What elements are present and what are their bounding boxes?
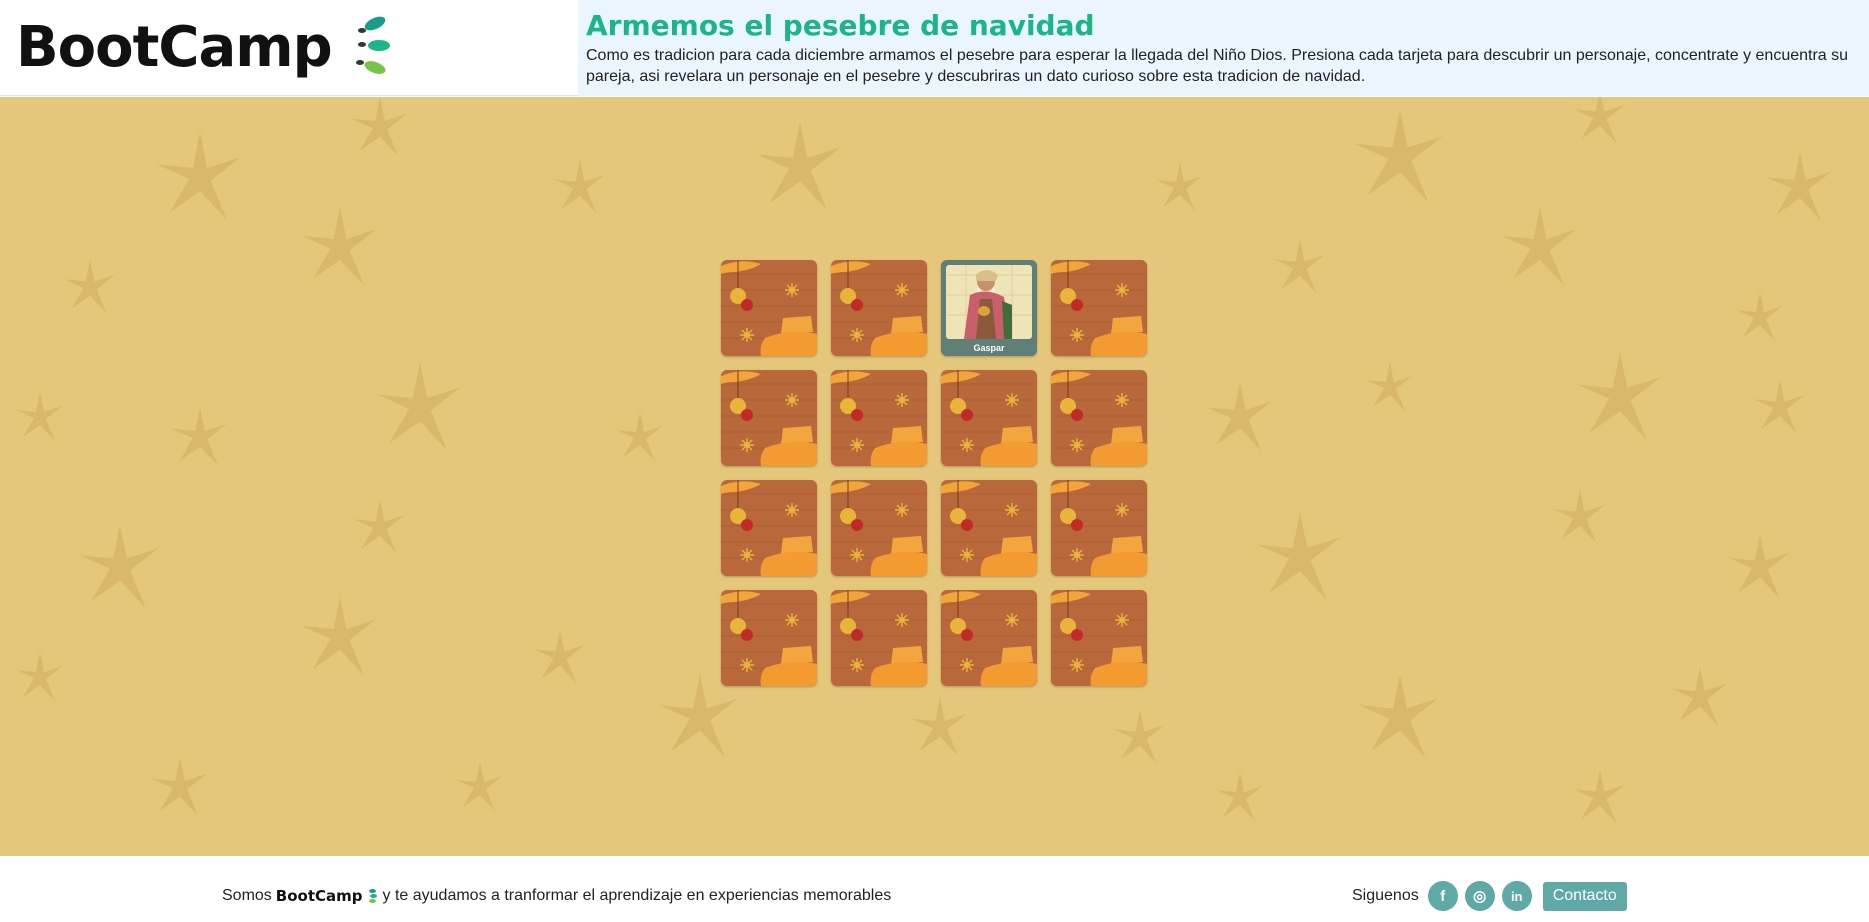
tagline-suffix: y te ayudamos a tranformar el aprendizaj… bbox=[382, 887, 892, 904]
memory-card[interactable] bbox=[1051, 370, 1147, 466]
footer-tagline: Somos BootCamp y te ayudamos a tranforma… bbox=[222, 887, 891, 905]
game-intro: Armemos el pesebre de navidad Como es tr… bbox=[578, 0, 1869, 96]
memory-card-revealed[interactable]: Gaspar bbox=[941, 260, 1037, 356]
game-area: Gaspar bbox=[0, 97, 1869, 856]
memory-card[interactable] bbox=[1051, 480, 1147, 576]
memory-card[interactable] bbox=[721, 260, 817, 356]
social-links: Siguenos f ◎ in Contacto bbox=[1352, 881, 1627, 911]
memory-card[interactable] bbox=[941, 480, 1037, 576]
follow-label: Siguenos bbox=[1352, 887, 1419, 904]
memory-card[interactable] bbox=[721, 370, 817, 466]
site-footer: Somos BootCamp y te ayudamos a tranforma… bbox=[0, 856, 1869, 922]
site-header: BootCamp Armemos el pesebre de navidad C… bbox=[0, 0, 1869, 96]
page-title: Armemos el pesebre de navidad bbox=[586, 9, 1095, 42]
memory-card[interactable] bbox=[941, 590, 1037, 686]
game-description: Como es tradicion para cada diciembre ar… bbox=[586, 47, 1849, 85]
facebook-icon[interactable]: f bbox=[1427, 881, 1458, 911]
character-image bbox=[946, 265, 1032, 339]
tagline-prefix: Somos bbox=[222, 887, 272, 904]
logo-text: BootCamp bbox=[16, 14, 333, 80]
memory-card[interactable] bbox=[831, 260, 927, 356]
bootcamp-logo[interactable]: BootCamp bbox=[16, 12, 394, 82]
christmas-lights-icon bbox=[350, 12, 394, 82]
memory-card[interactable] bbox=[721, 480, 817, 576]
memory-card[interactable] bbox=[831, 590, 927, 686]
memory-card[interactable] bbox=[831, 480, 927, 576]
character-caption: Gaspar bbox=[973, 343, 1005, 353]
linkedin-icon[interactable]: in bbox=[1501, 881, 1532, 911]
contact-button[interactable]: Contacto bbox=[1542, 881, 1627, 911]
memory-card[interactable] bbox=[831, 370, 927, 466]
memory-card[interactable] bbox=[721, 590, 817, 686]
instagram-icon[interactable]: ◎ bbox=[1464, 881, 1495, 911]
memory-card-board: Gaspar bbox=[721, 260, 1149, 688]
memory-card[interactable] bbox=[941, 370, 1037, 466]
footer-brand: BootCamp bbox=[275, 887, 363, 905]
christmas-lights-icon bbox=[367, 888, 377, 904]
memory-card[interactable] bbox=[1051, 260, 1147, 356]
memory-card[interactable] bbox=[1051, 590, 1147, 686]
